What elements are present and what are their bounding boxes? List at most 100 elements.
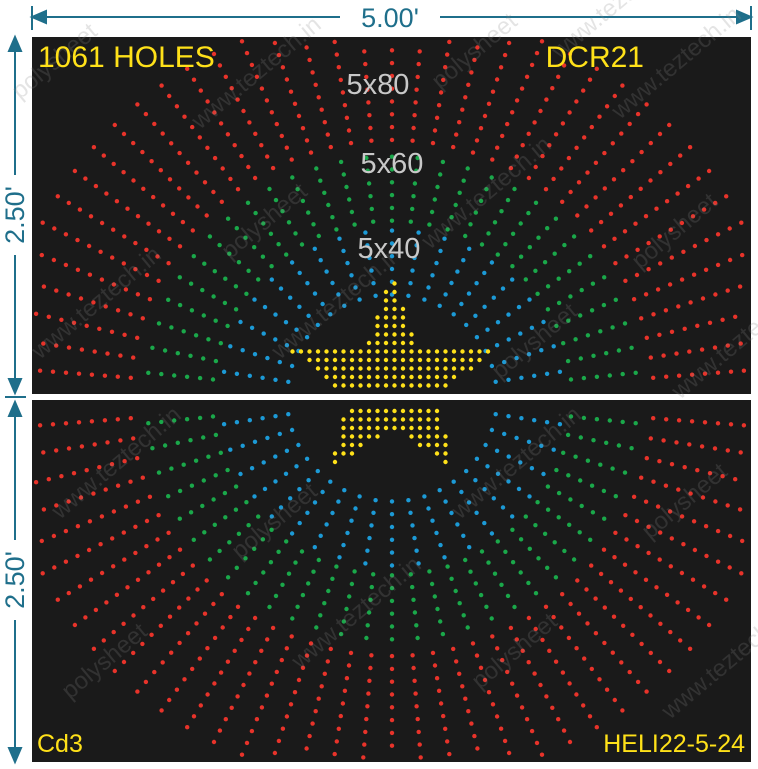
hole-outer (144, 544, 149, 549)
hole-middle (191, 254, 196, 259)
hole-middle (435, 606, 440, 612)
hole-outer (651, 479, 656, 484)
hole-inner (426, 506, 431, 511)
hole-outer (342, 103, 348, 108)
hole-outer (93, 183, 99, 189)
hole-middle (588, 254, 593, 259)
hole-middle (579, 287, 584, 293)
hole-outer (611, 614, 617, 619)
hole-middle (438, 619, 443, 624)
hole-outer (594, 725, 599, 730)
hole-middle (552, 251, 557, 256)
hole-middle (585, 333, 591, 338)
hole-inner (443, 292, 448, 297)
hole-middle (276, 549, 281, 554)
hole-outer (712, 446, 718, 451)
layout-diagram: 5.00' 2.50' 2.50' polysheet www.teztech.i… (0, 0, 758, 765)
hole-outer (602, 186, 607, 191)
hole-inner (305, 281, 310, 286)
hole-middle (465, 166, 470, 171)
hole-outer (191, 77, 197, 82)
hole-inner (312, 246, 317, 251)
hole-star (366, 434, 372, 439)
hole-inner (367, 535, 372, 541)
hole-star (383, 366, 389, 371)
hole-outer (63, 370, 69, 375)
hole-star (383, 408, 389, 414)
hole-middle (410, 584, 415, 590)
hole-star (383, 349, 389, 354)
hole-outer (37, 368, 43, 373)
hole-inner (410, 268, 415, 273)
hole-inner (278, 286, 284, 291)
hole-outer (559, 166, 564, 171)
hole-outer (664, 199, 670, 204)
hole-outer (114, 592, 120, 597)
hole-star (383, 340, 389, 346)
hole-outer (39, 252, 44, 258)
hole-middle (233, 307, 239, 312)
hole-inner (240, 348, 245, 353)
hole-middle (197, 375, 203, 381)
hole-outer (598, 219, 604, 225)
hole-outer (167, 555, 172, 560)
hole-middle (486, 231, 491, 236)
hole-inner (247, 373, 252, 378)
hole-inner (426, 285, 431, 290)
hole-star (409, 349, 414, 354)
hole-inner (438, 542, 443, 548)
hole-outer (451, 144, 456, 150)
hole-middle (535, 291, 540, 296)
hole-star (451, 357, 457, 363)
hole-outer (478, 126, 484, 131)
hole-outer (144, 518, 150, 524)
hole-outer (623, 278, 628, 283)
hole-star (392, 323, 397, 329)
hole-middle (499, 209, 504, 214)
hole-outer (156, 229, 162, 234)
hole-outer (87, 272, 93, 277)
hole-star (434, 425, 440, 431)
hole-outer (220, 625, 225, 630)
hole-inner (434, 530, 439, 536)
hole-middle (613, 494, 618, 499)
hole-middle (523, 277, 528, 282)
hole-middle (341, 172, 346, 177)
hole-middle (510, 264, 515, 269)
hole-inner (389, 512, 395, 517)
hole-outer (322, 671, 327, 676)
hole-star (417, 366, 423, 371)
hole-star (417, 374, 423, 380)
hole-outer (581, 703, 586, 708)
hole-middle (280, 582, 285, 587)
hole-middle (598, 329, 603, 334)
hole-outer (648, 436, 653, 441)
hole-middle (334, 227, 339, 232)
hole-outer (289, 157, 294, 162)
hole-outer (46, 477, 51, 482)
hole-star (409, 340, 414, 346)
hole-outer (180, 571, 186, 577)
hole-inner (320, 489, 325, 495)
hole-star (400, 374, 406, 380)
hole-outer (430, 650, 436, 656)
hole-outer (556, 74, 561, 80)
hole-middle (364, 635, 369, 641)
hole-star (315, 349, 321, 354)
hole-middle (261, 570, 266, 575)
hole-outer (177, 547, 183, 552)
hole-inner (510, 514, 515, 519)
hole-outer (223, 74, 228, 80)
hole-middle (389, 205, 395, 211)
hole-middle (318, 613, 323, 618)
hole-outer (319, 684, 324, 689)
hole-outer (55, 597, 60, 602)
hole-middle (562, 242, 567, 248)
hole-outer (574, 692, 579, 697)
hole-star (358, 442, 363, 448)
hole-outer (699, 347, 705, 352)
hole-outer (87, 519, 93, 524)
hole-outer (689, 419, 695, 424)
hole-outer (644, 456, 649, 461)
hole-middle (286, 571, 292, 576)
